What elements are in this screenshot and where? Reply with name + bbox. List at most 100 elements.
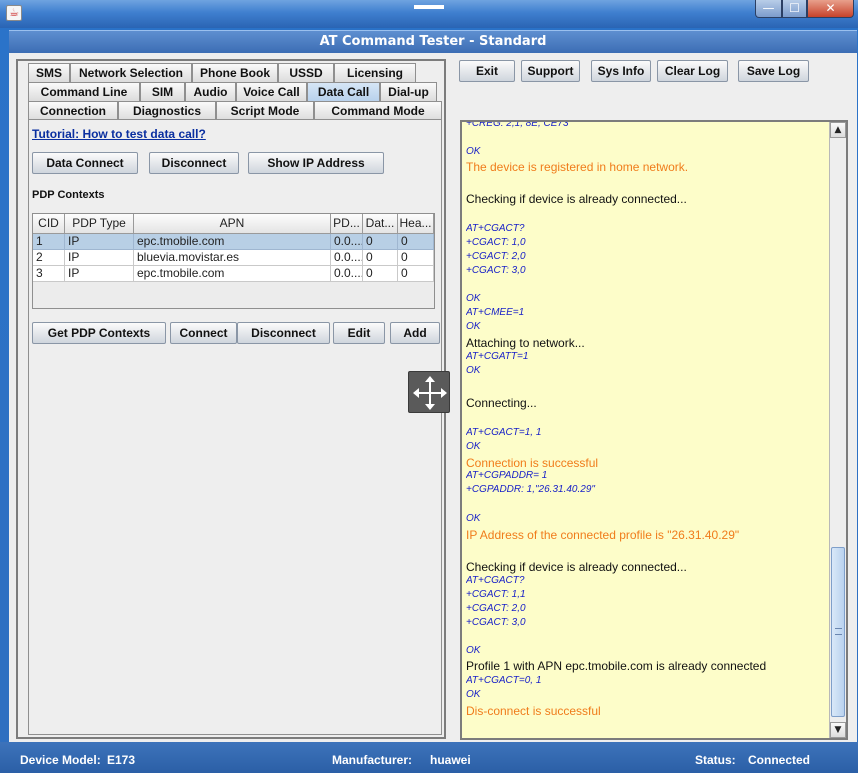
cell-pd: 0.0.... [331, 234, 363, 250]
log-line: +CREG: 2,1, 8E, CE73 [466, 122, 569, 129]
tab-diagnostics[interactable]: Diagnostics [118, 101, 216, 120]
cell-dat: 0 [363, 250, 398, 266]
tab-phone-book[interactable]: Phone Book [192, 63, 278, 82]
log-line: Connection is successful [466, 456, 599, 470]
log-line: AT+CGPADDR= 1 [466, 470, 548, 481]
pdp-table[interactable]: CID PDP Type APN PD... Dat... Hea... 1 I… [32, 213, 435, 309]
cell-dat: 0 [363, 266, 398, 282]
tutorial-link[interactable]: Tutorial: How to test data call? [32, 127, 206, 141]
tab-network-selection[interactable]: Network Selection [70, 63, 192, 82]
show-ip-address-button[interactable]: Show IP Address [248, 152, 384, 174]
left-panel: SMS Network Selection Phone Book USSD Li… [16, 59, 446, 739]
tab-data-call[interactable]: Data Call [307, 82, 380, 101]
cell-hea: 0 [398, 234, 434, 250]
save-log-button[interactable]: Save Log [738, 60, 809, 82]
tab-dial-up[interactable]: Dial-up [380, 82, 437, 101]
log-line: AT+CMEE=1 [466, 307, 525, 318]
minimize-button[interactable]: — [755, 0, 782, 18]
cell-hea: 0 [398, 266, 434, 282]
clear-log-button[interactable]: Clear Log [657, 60, 728, 82]
log-line: AT+CGACT? [466, 575, 525, 586]
column-header-cid[interactable]: CID [33, 214, 65, 234]
log-scrollbar[interactable]: ▲ ▼ [829, 122, 846, 738]
tab-sms[interactable]: SMS [28, 63, 70, 82]
connect-button[interactable]: Connect [170, 322, 237, 344]
log-line: +CGACT: 1,0 [466, 237, 526, 248]
log-line: IP Address of the connected profile is "… [466, 528, 740, 542]
exit-button[interactable]: Exit [459, 60, 515, 82]
tab-sim[interactable]: SIM [140, 82, 185, 101]
device-model-value: E173 [107, 753, 136, 767]
move-arrows-icon[interactable] [408, 371, 450, 413]
column-header-apn[interactable]: APN [134, 214, 331, 234]
device-model-label: Device Model: [20, 753, 101, 767]
support-button[interactable]: Support [521, 60, 580, 82]
java-cup-icon: ☕ [6, 5, 22, 21]
scroll-thumb[interactable] [831, 547, 845, 717]
table-row[interactable]: 2 IP bluevia.movistar.es 0.0.... 0 0 [33, 250, 434, 266]
log-line: AT+CGATT=1 [466, 351, 529, 362]
tab-command-line[interactable]: Command Line [28, 82, 140, 101]
log-line: AT+CGACT=0, 1 [466, 675, 542, 686]
tab-voice-call[interactable]: Voice Call [236, 82, 307, 101]
caption-notch [414, 5, 444, 9]
table-row[interactable]: 1 IP epc.tmobile.com 0.0.... 0 0 [33, 234, 434, 250]
cell-cid: 1 [33, 234, 65, 250]
manufacturer-label: Manufacturer: [332, 753, 413, 767]
tab-connection[interactable]: Connection [28, 101, 118, 120]
log-text[interactable]: +CREG: 2,1, 8E, CE73 OK The device is regi… [466, 122, 826, 738]
window-chrome: ☕ — ☐ ✕ [0, 0, 858, 28]
data-call-panel: Tutorial: How to test data call? Data Co… [28, 119, 442, 735]
cell-cid: 2 [33, 250, 65, 266]
app-title: AT Command Tester - Standard [9, 30, 857, 53]
log-panel[interactable]: +CREG: 2,1, 8E, CE73 OK The device is regi… [460, 120, 848, 740]
cell-apn: epc.tmobile.com [134, 266, 331, 282]
get-pdp-contexts-button[interactable]: Get PDP Contexts [32, 322, 166, 344]
tab-audio[interactable]: Audio [185, 82, 236, 101]
cell-hea: 0 [398, 250, 434, 266]
scroll-up-icon[interactable]: ▲ [830, 122, 846, 138]
log-line: OK [466, 645, 481, 656]
log-line: +CGACT: 2,0 [466, 251, 526, 262]
log-line: +CGACT: 2,0 [466, 603, 526, 614]
disconnect-button[interactable]: Disconnect [149, 152, 239, 174]
log-line: OK [466, 513, 481, 524]
cell-pd: 0.0.... [331, 250, 363, 266]
close-button[interactable]: ✕ [807, 0, 854, 18]
log-line: Connecting... [466, 396, 537, 410]
log-line: OK [466, 689, 481, 700]
cell-apn: bluevia.movistar.es [134, 250, 331, 266]
column-header-hea[interactable]: Hea... [398, 214, 434, 234]
log-line: Checking if device is already connected.… [466, 560, 687, 574]
table-row[interactable]: 3 IP epc.tmobile.com 0.0.... 0 0 [33, 266, 434, 282]
tab-command-mode[interactable]: Command Mode [314, 101, 442, 120]
tab-ussd[interactable]: USSD [278, 63, 334, 82]
log-line: +CGACT: 1,1 [466, 589, 526, 600]
tab-script-mode[interactable]: Script Mode [216, 101, 314, 120]
manufacturer-value: huawei [430, 753, 471, 767]
log-line: AT+CGACT=1, 1 [466, 427, 542, 438]
log-line: AT+CGACT? [466, 223, 525, 234]
add-button[interactable]: Add [390, 322, 440, 344]
cell-pdp-type: IP [65, 250, 134, 266]
pdp-contexts-label: PDP Contexts [32, 189, 105, 201]
pdp-disconnect-button[interactable]: Disconnect [237, 322, 330, 344]
log-line: Profile 1 with APN epc.tmobile.com is al… [466, 659, 767, 673]
window-frame: ☕ — ☐ ✕ AT Command Tester - Standard SMS… [0, 0, 858, 773]
tab-licensing[interactable]: Licensing [334, 63, 416, 82]
scroll-down-icon[interactable]: ▼ [830, 722, 846, 738]
log-line: +CGACT: 3,0 [466, 265, 526, 276]
cell-dat: 0 [363, 234, 398, 250]
cell-cid: 3 [33, 266, 65, 282]
log-line: +CGPADDR: 1,"26.31.40.29" [466, 484, 595, 495]
status-label: Status: [695, 753, 736, 767]
edit-button[interactable]: Edit [333, 322, 385, 344]
sys-info-button[interactable]: Sys Info [591, 60, 651, 82]
cell-pd: 0.0.... [331, 266, 363, 282]
column-header-pd[interactable]: PD... [331, 214, 363, 234]
log-line: OK [466, 365, 481, 376]
column-header-dat[interactable]: Dat... [363, 214, 398, 234]
data-connect-button[interactable]: Data Connect [32, 152, 138, 174]
maximize-button[interactable]: ☐ [782, 0, 807, 18]
column-header-pdp-type[interactable]: PDP Type [65, 214, 134, 234]
